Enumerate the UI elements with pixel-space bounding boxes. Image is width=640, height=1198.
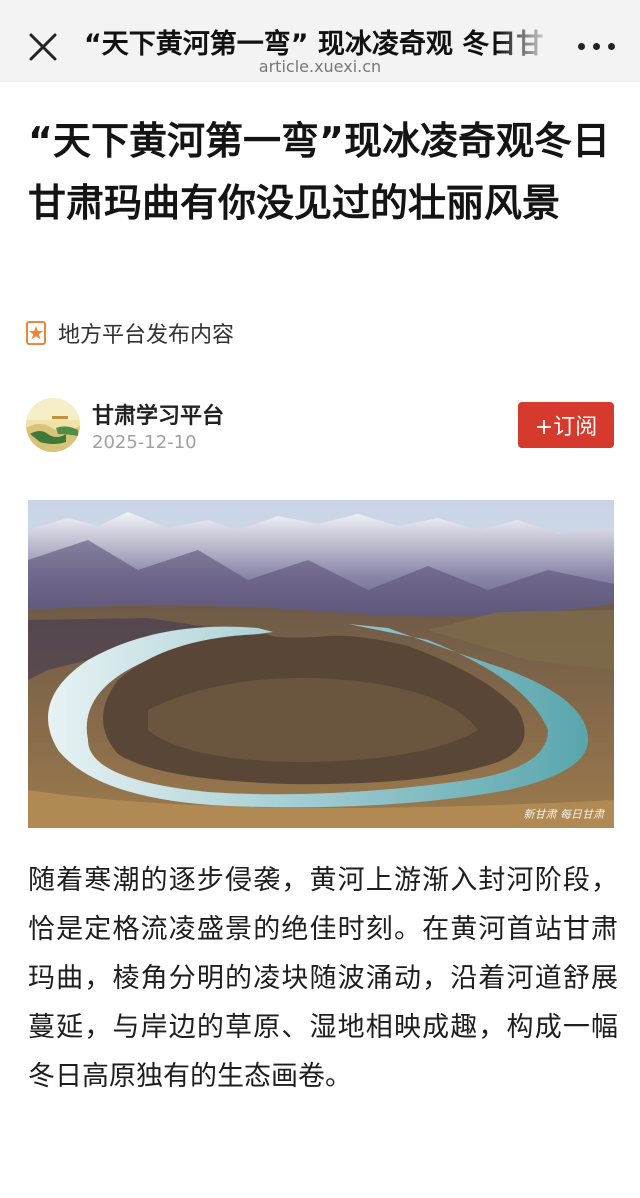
topbar-title: “天下黄河第一弯” 现冰凌奇观 冬日甘	[84, 29, 544, 60]
source-tag-label: 地方平台发布内容	[58, 323, 235, 348]
more-dots-icon	[578, 43, 585, 50]
image-watermark: 新甘肃 每日甘肃	[523, 808, 605, 821]
avatar-image	[26, 398, 80, 452]
article-title: “天下黄河第一弯”现冰凌奇观冬日甘肃玛曲有你没见过的壮丽风景	[28, 119, 610, 225]
subscribe-button[interactable]: +订阅	[518, 402, 614, 448]
avatar[interactable]	[26, 398, 80, 452]
author-row: 甘肃学习平台 2025-12-10 +订阅	[26, 396, 614, 456]
badge-icon	[26, 321, 46, 345]
yellow-river-bend-photo	[28, 500, 614, 828]
publish-date: 2025-12-10	[92, 432, 197, 453]
more-options-button[interactable]	[578, 40, 616, 52]
hero-image[interactable]: 新甘肃 每日甘肃	[28, 500, 614, 828]
source-tag: 地方平台发布内容	[26, 318, 234, 348]
top-bar: “天下黄河第一弯” 现冰凌奇观 冬日甘 article.xuexi.cn	[0, 0, 640, 82]
article-body: 随着寒潮的逐步侵袭，黄河上游渐入封河阶段，恰是定格流凌盛景的绝佳时刻。在黄河首站…	[28, 865, 618, 1092]
topbar-url: article.xuexi.cn	[258, 57, 382, 76]
author-name[interactable]: 甘肃学习平台	[92, 398, 224, 430]
